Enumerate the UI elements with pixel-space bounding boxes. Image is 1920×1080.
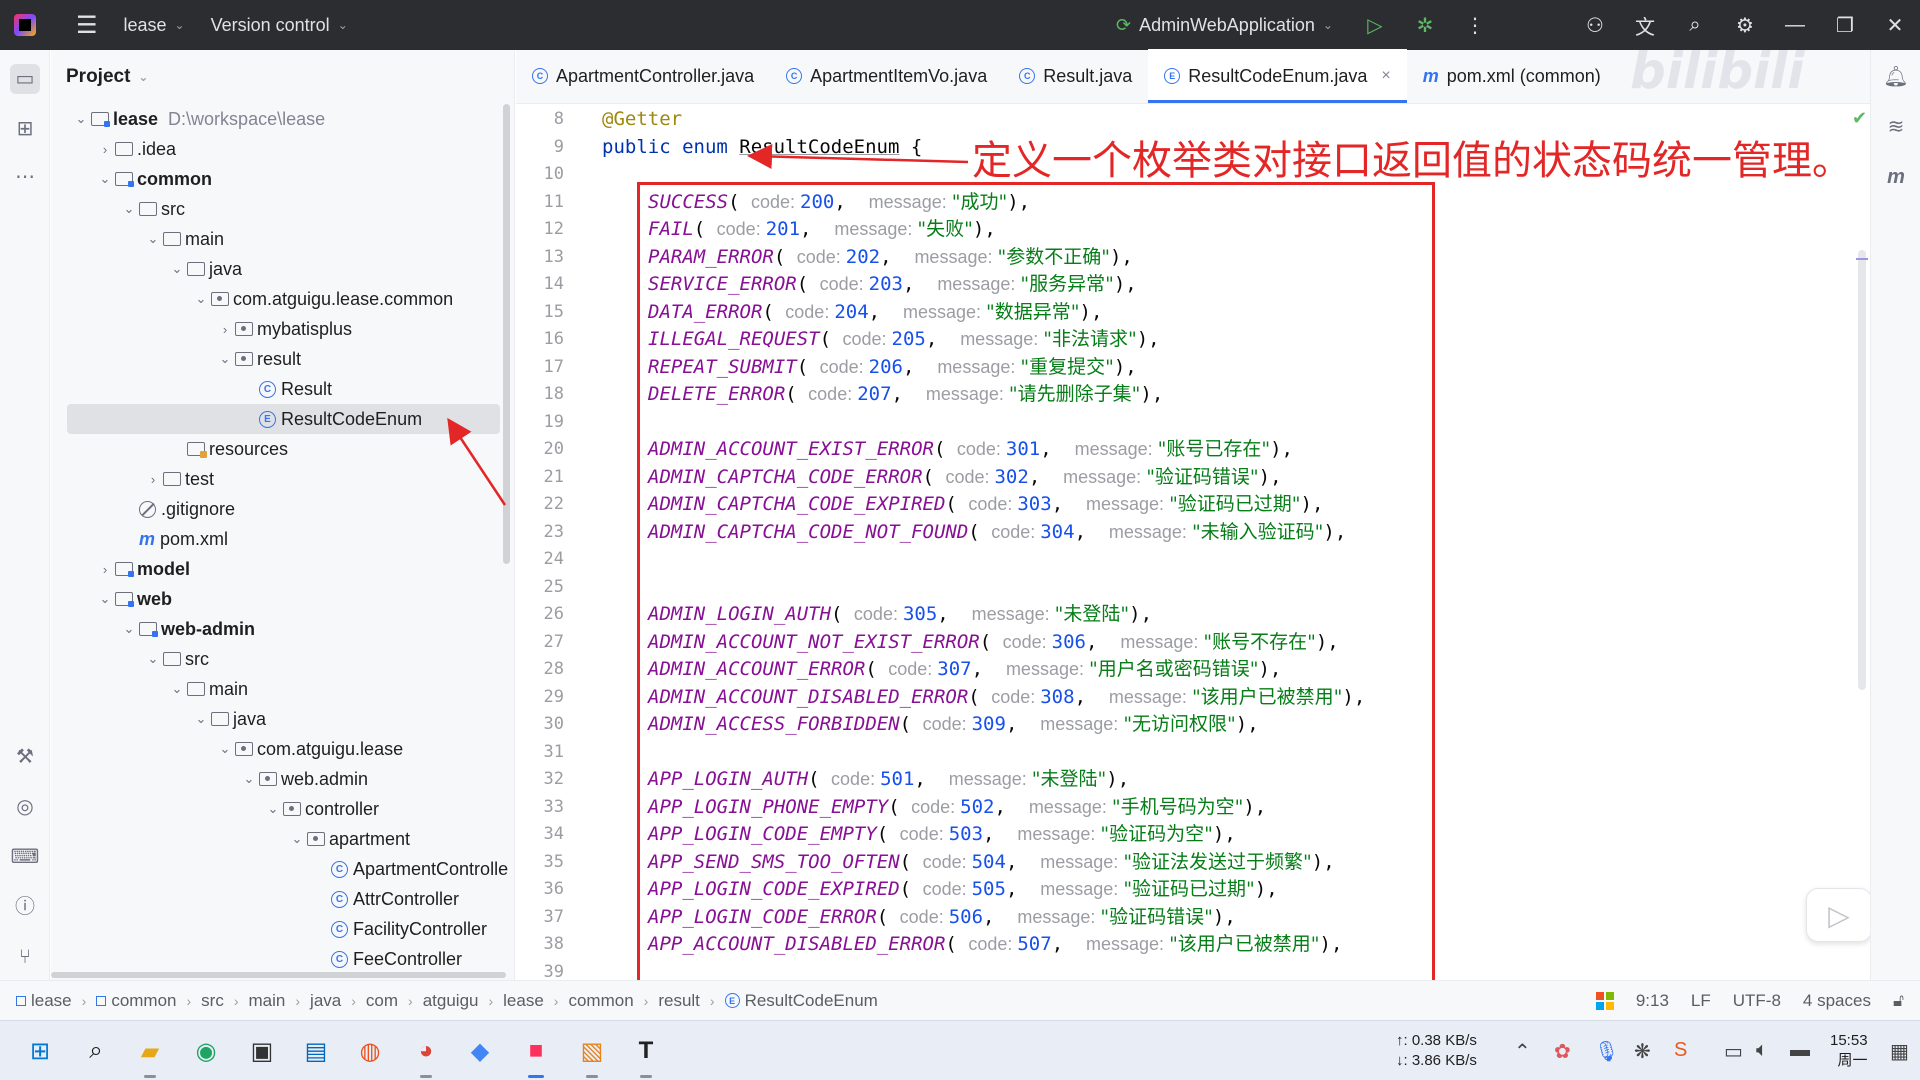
windows-flag-icon[interactable] <box>1595 992 1614 1010</box>
breadcrumb-separator: › <box>295 992 301 1009</box>
running-indicator <box>640 1075 652 1078</box>
breadcrumb-separator: › <box>553 992 559 1009</box>
database-icon[interactable]: ≋ <box>1881 112 1911 142</box>
breadcrumb-item[interactable]: lease <box>16 991 72 1011</box>
breadcrumb-label: atguigu <box>422 990 479 1010</box>
caret-position[interactable]: 9:13 <box>1636 991 1669 1011</box>
breadcrumb-label: common <box>111 990 177 1010</box>
chrome-icon[interactable]: ◕ <box>406 1031 446 1071</box>
breadcrumb-separator: › <box>186 992 192 1009</box>
start-windows-icon[interactable]: ⊞ <box>20 1031 60 1071</box>
windows-taskbar: ⊞ ⌕ ▰ ◉ ▣ ▤ ◍ ◕ ◆ ■ ▧ T ↑: 0.38 KB/s ↓: … <box>0 1020 1920 1080</box>
breadcrumb-item[interactable]: E ResultCodeEnum <box>724 990 878 1011</box>
app-icon-gem[interactable]: ◆ <box>460 1031 500 1071</box>
indent-setting[interactable]: 4 spaces <box>1803 991 1871 1011</box>
ubuntu-icon[interactable]: ◍ <box>350 1031 390 1071</box>
tray-sogou-icon[interactable]: S <box>1674 1039 1687 1062</box>
callout-arrow <box>747 144 969 170</box>
breadcrumb-item[interactable]: lease <box>503 991 544 1011</box>
breadcrumb-separator: › <box>643 992 649 1009</box>
lock-icon[interactable]: 🔓︎ <box>1893 991 1904 1011</box>
module-icon <box>16 995 26 1006</box>
tray-app-icon[interactable]: ✿ <box>1554 1039 1571 1064</box>
breadcrumb-item[interactable]: com <box>366 991 398 1011</box>
line-separator[interactable]: LF <box>1691 991 1711 1011</box>
maven-icon[interactable]: m <box>1881 162 1911 192</box>
breadcrumb-separator: › <box>488 992 494 1009</box>
breadcrumb-separator: › <box>351 992 356 1009</box>
running-indicator <box>586 1075 598 1078</box>
edge-browser-icon[interactable]: ◉ <box>186 1031 226 1071</box>
breadcrumb-item[interactable]: common <box>96 990 177 1011</box>
running-indicator <box>420 1075 432 1078</box>
breadcrumb-item[interactable]: common <box>568 991 633 1011</box>
tray-chevron-icon[interactable]: ⌃ <box>1514 1039 1531 1064</box>
tree-arrow <box>447 417 507 506</box>
store-icon[interactable]: ▤ <box>296 1031 336 1071</box>
notifications-bell-icon[interactable]: 🔔︎ <box>1881 62 1911 92</box>
terminal-app-icon[interactable]: ▣ <box>242 1031 282 1071</box>
tray-network-icon[interactable]: ❋ <box>1634 1039 1651 1064</box>
breadcrumb-item[interactable]: src <box>201 991 224 1011</box>
active-indicator <box>528 1075 544 1078</box>
breadcrumb-label: common <box>568 990 634 1010</box>
file-explorer-icon[interactable]: ▰ <box>130 1031 170 1071</box>
network-speed: ↑: 0.38 KB/s ↓: 3.86 KB/s <box>1396 1031 1477 1071</box>
breadcrumb-separator: › <box>709 992 715 1009</box>
intellij-taskbar-icon[interactable]: ■ <box>516 1031 556 1071</box>
breadcrumb-label: java <box>310 990 342 1010</box>
running-indicator <box>144 1075 156 1078</box>
breadcrumb-label: lease <box>31 990 72 1010</box>
annotation-arrows <box>447 144 969 506</box>
clock-time: 15:53 <box>1830 1032 1868 1049</box>
breadcrumb-label: com <box>365 990 399 1010</box>
file-encoding[interactable]: UTF-8 <box>1733 991 1781 1011</box>
typora-icon[interactable]: T <box>626 1031 666 1071</box>
breadcrumb-label: main <box>248 990 286 1010</box>
right-tool-strip: 🔔︎ ≋ m <box>1870 50 1920 980</box>
download-speed: ↓: 3.86 KB/s <box>1396 1052 1477 1069</box>
floating-play-button[interactable]: ▷ <box>1806 888 1872 942</box>
breadcrumb-item[interactable]: atguigu <box>423 991 479 1011</box>
breadcrumb-label: src <box>201 990 224 1010</box>
status-bar: lease › common › src › main › java › com › atguigu › l… <box>0 980 1920 1020</box>
breadcrumb-label: ResultCodeEnum <box>744 990 878 1010</box>
breadcrumb-item[interactable]: java <box>310 991 341 1011</box>
breadcrumb-item[interactable]: main <box>249 991 286 1011</box>
breadcrumb-separator: › <box>233 992 239 1009</box>
volume-icon[interactable]: 🔈︎ <box>1756 1039 1768 1062</box>
breadcrumb-item[interactable]: result <box>658 991 700 1011</box>
bilibili-watermark: bilibili <box>1630 42 1805 100</box>
system-clock[interactable]: 15:53 周一 <box>1830 1031 1868 1071</box>
breadcrumb-separator: › <box>408 992 413 1009</box>
breadcrumb: lease › common › src › main › java › com › atguigu › l… <box>16 991 878 1011</box>
breadcrumb-label: lease <box>503 990 544 1010</box>
battery-icon[interactable]: ▬ <box>1790 1039 1810 1062</box>
microphone-icon[interactable]: 🎙︎ <box>1594 1039 1619 1064</box>
breadcrumb-separator: › <box>81 992 87 1009</box>
notification-center-icon[interactable]: ▦ <box>1890 1039 1909 1064</box>
clock-day: 周一 <box>1837 1052 1868 1069</box>
display-icon[interactable]: ▭ <box>1724 1039 1743 1064</box>
taskbar-search-icon[interactable]: ⌕ <box>76 1031 116 1071</box>
upload-speed: ↑: 0.38 KB/s <box>1396 1032 1477 1049</box>
sublime-icon[interactable]: ▧ <box>572 1031 612 1071</box>
status-right: 9:13 LF UTF-8 4 spaces 🔓︎ <box>1595 981 1904 1021</box>
module-icon <box>96 995 107 1006</box>
enum-icon: E <box>724 993 740 1008</box>
breadcrumb-label: result <box>658 990 700 1010</box>
